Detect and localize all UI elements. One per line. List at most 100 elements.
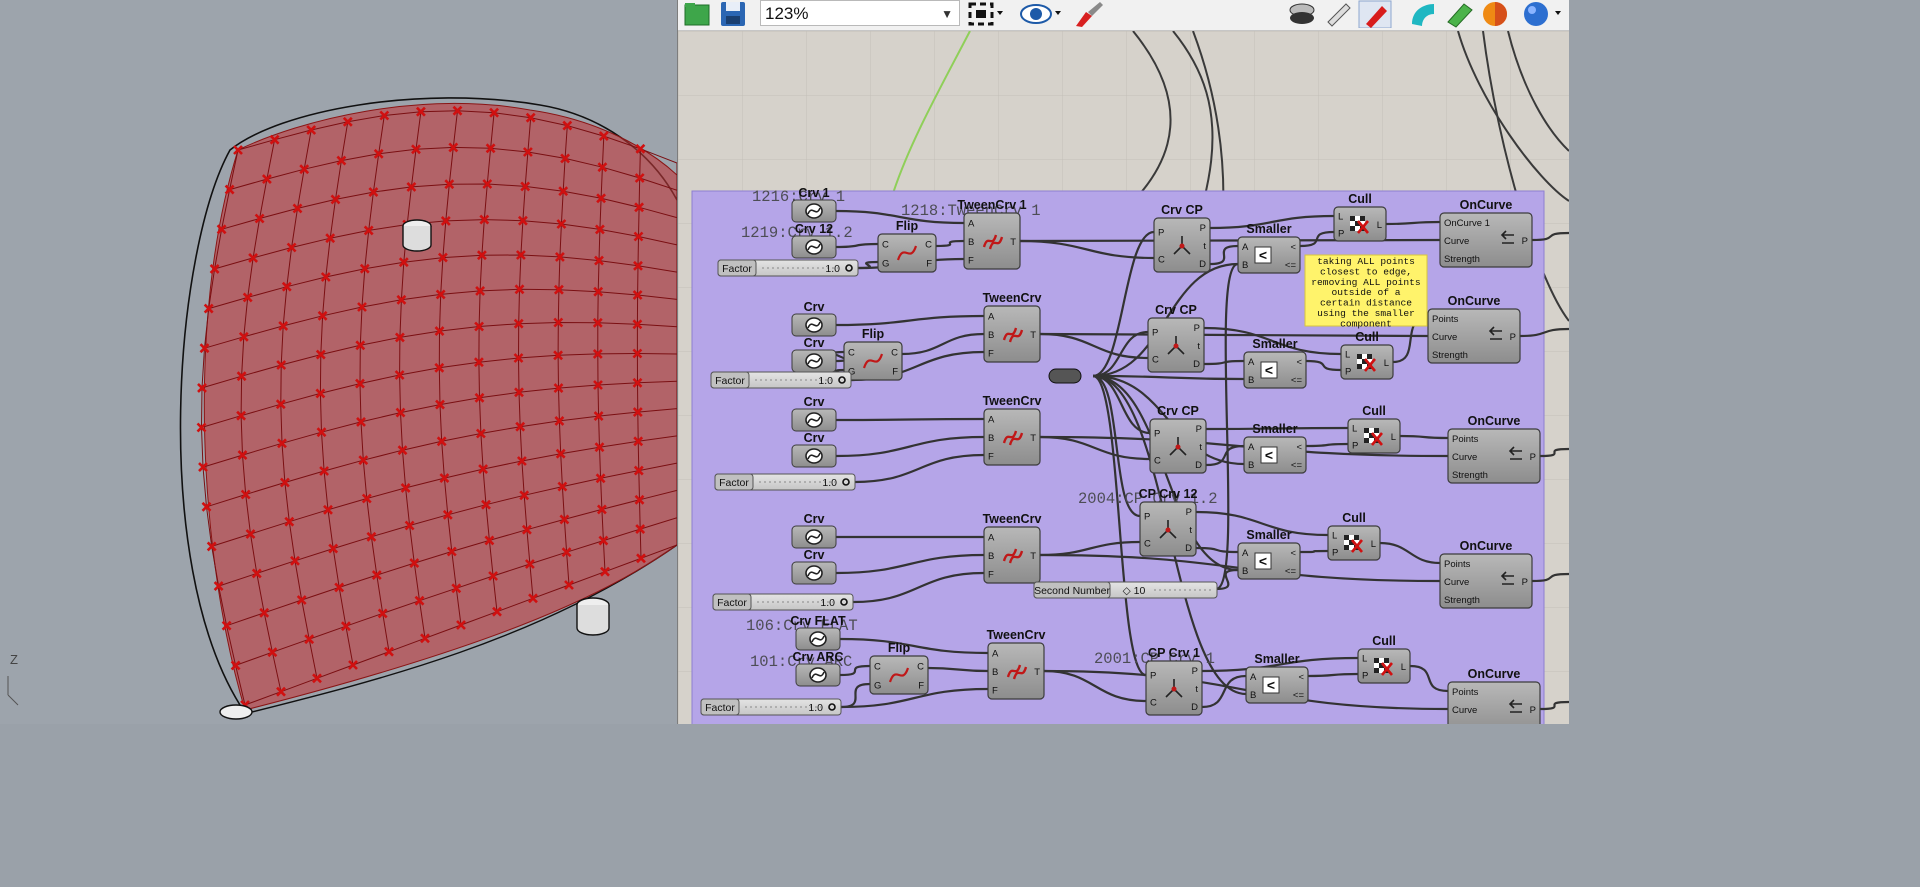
port-label: D (1199, 259, 1206, 270)
port-label: T (1030, 330, 1036, 341)
open-file-icon[interactable] (682, 0, 712, 28)
port-label: Strength (1444, 254, 1480, 265)
cyan-shape-icon[interactable] (1406, 0, 1440, 28)
preview-wire-icon[interactable] (1322, 0, 1354, 28)
slider-label: Factor (722, 263, 752, 275)
wire (1299, 549, 1329, 554)
gumball-handle-bottom (576, 597, 610, 636)
curve-param-title: Crv ARC (793, 650, 844, 664)
port-label: B (968, 237, 974, 248)
curve-param[interactable]: Crv FLAT (790, 614, 846, 651)
curve-closest-point-component[interactable]: CP Crv 1 P C PtD (1145, 646, 1203, 716)
factor-slider[interactable]: Factor 1.0 (710, 371, 852, 389)
port-label: Curve (1452, 452, 1477, 463)
curve-param-title: Crv (804, 548, 825, 562)
port-label: F (926, 259, 932, 270)
factor-slider[interactable]: Factor 1.0 (714, 473, 856, 491)
smaller-than-component[interactable]: Smaller AB < <= < (1243, 337, 1307, 389)
port-label: B (988, 551, 994, 562)
point-on-curve-component-title: OnCurve (1460, 198, 1513, 212)
factor-slider[interactable]: Factor 1.0 (712, 593, 854, 611)
slider-value: ◇ 10 (1123, 585, 1146, 597)
port-label: P (1332, 548, 1338, 559)
second-number-slider[interactable]: Second Number ◇ 10 (1033, 581, 1218, 599)
port-label: A (988, 311, 995, 322)
curve-param[interactable]: Crv ARC (793, 650, 844, 687)
curve-param-title: Crv (804, 300, 825, 314)
tween-curve-component[interactable]: TweenCrv ABF T (983, 394, 1042, 466)
tween-curve-component[interactable]: TweenCrv ABF T (987, 628, 1046, 700)
smaller-than-component[interactable]: Smaller AB < <= < (1237, 528, 1301, 580)
smaller-than-component-title: Smaller (1254, 652, 1299, 666)
port-label: F (988, 570, 994, 581)
point-on-curve-component-title: OnCurve (1460, 539, 1513, 553)
port-label: P (1352, 441, 1358, 452)
orange-sphere-icon[interactable] (1480, 0, 1510, 28)
port-label: L (1362, 654, 1367, 665)
port-label: F (988, 349, 994, 360)
curve-closest-point-component[interactable]: CP Crv 12 P C PtD (1139, 487, 1198, 557)
tween-curve-component[interactable]: TweenCrv ABF T (983, 291, 1042, 363)
smaller-than-component[interactable]: Smaller AB < <= < (1245, 652, 1309, 704)
viewport-canvas[interactable] (0, 0, 677, 724)
paint-brush-icon[interactable] (1070, 0, 1106, 28)
curve-param-title: Crv 1 (798, 186, 829, 200)
preview-shaded-icon[interactable] (1286, 0, 1318, 28)
port-label: t (1203, 241, 1206, 252)
port-label: C (891, 348, 898, 359)
tween-curve-component[interactable]: TweenCrv ABF T (983, 512, 1042, 584)
chevron-down-icon: ▼ (941, 7, 953, 21)
zoom-extents-icon[interactable] (966, 0, 1006, 28)
port-label: P (1530, 705, 1536, 716)
port-label: <= (1293, 690, 1305, 701)
port-label: P (1158, 228, 1164, 239)
factor-slider[interactable]: Factor 1.0 (700, 698, 842, 716)
preview-selected-icon[interactable] (1358, 0, 1392, 28)
curve-param[interactable]: Crv 1 (791, 186, 837, 223)
smaller-than-component[interactable]: Smaller AB < <= < (1237, 222, 1301, 274)
port-label: P (1196, 424, 1202, 435)
factor-slider[interactable]: Factor 1.0 (717, 259, 859, 277)
curve-closest-point-component[interactable]: Crv CP P C PtD (1153, 203, 1211, 273)
save-icon[interactable] (718, 0, 748, 28)
port-label: F (988, 452, 994, 463)
curve-param-title: Crv FLAT (790, 614, 846, 628)
curve-closest-point-component-title: Crv CP (1157, 404, 1199, 418)
curve-closest-point-component-title: Crv CP (1161, 203, 1203, 217)
port-label: B (988, 433, 994, 444)
port-label: P (1186, 507, 1192, 518)
port-label: L (1391, 432, 1396, 443)
grasshopper-canvas[interactable]: 2001:CP Crv 1 101:Crv ARC 106:Crv FLAT 2004… (678, 31, 1569, 724)
smaller-than-component[interactable]: Smaller AB < <= < (1243, 422, 1307, 474)
axis-widget (7, 676, 19, 706)
tween-curve-component[interactable]: TweenCrv 1 ABF T (957, 198, 1027, 270)
label: < (1259, 247, 1267, 263)
curve-param-title: Crv (804, 431, 825, 445)
port-label: B (992, 667, 998, 678)
zoom-dropdown[interactable]: 123% ▼ (760, 0, 960, 26)
curve-closest-point-component[interactable]: Crv CP P C PtD (1149, 404, 1207, 474)
port-label: P (1152, 328, 1158, 339)
relay-node-body[interactable] (1048, 368, 1082, 384)
slider-label: Factor (719, 477, 749, 489)
curve-closest-point-component-title: CP Crv 12 (1139, 487, 1198, 501)
note-panel[interactable]: taking ALL points closest to edge, removin… (1304, 254, 1428, 329)
port-label: < (1290, 548, 1296, 559)
flip-curve-component-title: Flip (862, 327, 885, 341)
green-shape-icon[interactable] (1442, 0, 1476, 28)
preview-eye-icon[interactable] (1018, 0, 1064, 28)
label: < (1265, 362, 1273, 378)
port-label: A (1248, 442, 1255, 453)
port-label: Curve (1444, 236, 1469, 247)
port-label: OnCurve 1 (1444, 218, 1490, 229)
grasshopper-window[interactable]: 123% ▼ 2001:CP Crv 1 101:Crv ARC 106:Crv… (677, 0, 1569, 724)
port-label: <= (1285, 566, 1297, 577)
curve-closest-point-component[interactable]: Crv CP P C PtD (1147, 303, 1205, 373)
port-label: F (892, 367, 898, 378)
rhino-viewport[interactable]: Z (0, 0, 677, 724)
blue-sphere-icon[interactable] (1520, 0, 1566, 28)
curve-param[interactable]: Crv 12 (791, 222, 837, 259)
z-axis-label: Z (10, 652, 18, 667)
port-label: G (882, 259, 889, 270)
curve-param-title: Crv 12 (795, 222, 833, 236)
